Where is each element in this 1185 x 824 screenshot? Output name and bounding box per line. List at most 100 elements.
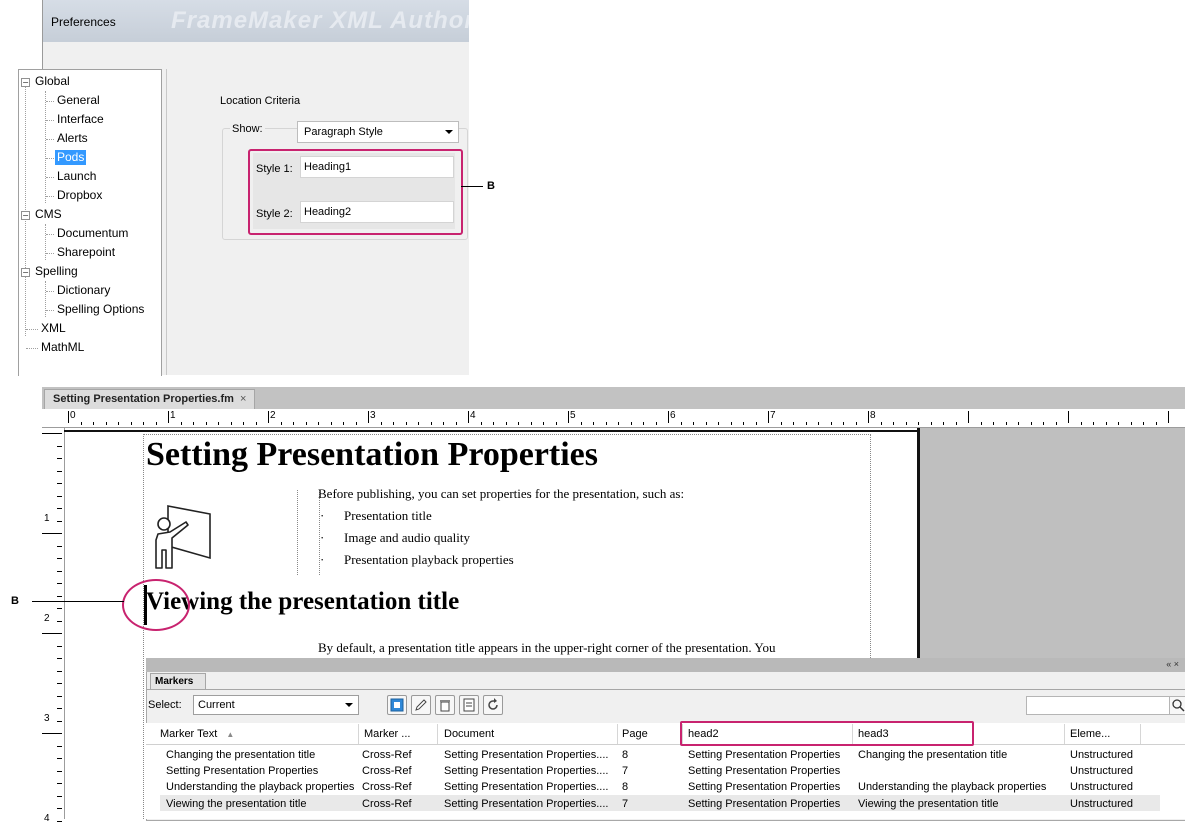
column-divider[interactable] [358,724,359,744]
cell-marker-type: Cross-Ref [362,765,412,777]
tree-item-dropbox[interactable]: Dropbox [55,188,104,203]
ruler-tick [42,633,62,634]
edit-marker-button[interactable] [411,695,431,715]
bullet-item[interactable]: · Presentation title [320,508,432,524]
tree-item-xml[interactable]: XML [39,321,68,336]
column-divider[interactable] [1064,724,1065,744]
collapse-spelling-icon[interactable]: − [21,268,30,277]
ruler-tick [205,422,207,425]
tree-item-cms[interactable]: CMS [33,207,64,222]
ruler-tick [1130,422,1132,425]
document-tab[interactable]: Setting Presentation Properties.fm × [44,389,256,410]
bullet-item[interactable]: · Image and audio quality [320,530,470,546]
cell-page: 8 [622,781,629,793]
delete-marker-button[interactable] [435,695,455,715]
tree-item-interface[interactable]: Interface [55,112,106,127]
markers-pod-header[interactable]: « × [146,658,1185,672]
ruler-tick [57,783,62,784]
close-tab-icon[interactable]: × [240,393,246,405]
document-paragraph[interactable]: By default, a presentation title appears… [318,640,776,656]
tree-item-launch[interactable]: Launch [55,169,98,184]
table-row-selected[interactable] [160,795,1160,811]
tree-item-dictionary[interactable]: Dictionary [55,283,112,298]
ruler-tick [568,411,569,423]
tree-line [26,329,38,330]
pod-window-controls[interactable]: « × [1166,659,1179,669]
tree-item-general[interactable]: General [55,93,102,108]
ruler-number: 3 [44,713,50,724]
tree-item-global[interactable]: Global [33,74,72,89]
bullet-item[interactable]: · Presentation playback properties [320,552,514,568]
collapse-cms-icon[interactable]: − [21,211,30,220]
ruler-number: 3 [370,410,376,421]
column-header-document[interactable]: Document [444,728,494,740]
markers-tab[interactable]: Markers [150,673,206,690]
ruler-tick [393,422,394,425]
ruler-tick [1093,422,1094,425]
column-divider[interactable] [1140,724,1141,744]
column-header-page[interactable]: Page [622,728,648,740]
select-dropdown-value: Current [198,699,235,711]
search-icon [1172,699,1185,712]
select-dropdown[interactable]: Current [193,695,359,715]
ruler-tick [430,422,432,425]
ruler-tick [605,422,607,425]
cell-element: Unstructured [1070,781,1133,793]
preferences-title-bar[interactable]: Preferences FrameMaker XML Author [43,0,469,42]
document-heading1[interactable]: Setting Presentation Properties [146,436,598,474]
ruler-tick [905,422,907,425]
cell-head2: Setting Presentation Properties [688,749,841,761]
bullet-glyph: · [320,530,325,545]
ruler-number: 2 [44,613,50,624]
ruler-tick [943,422,944,425]
ruler-tick [730,422,732,425]
tree-item-mathml[interactable]: MathML [39,340,86,355]
ruler-tick [1155,422,1157,425]
horizontal-ruler[interactable]: 0 1 2 3 4 5 6 7 8 [42,409,1185,428]
ruler-tick [530,422,532,425]
tree-item-spelling[interactable]: Spelling [33,264,80,279]
document-intro[interactable]: Before publishing, you can set propertie… [318,486,684,502]
search-button[interactable] [1169,696,1185,715]
collapse-global-icon[interactable]: − [21,78,30,87]
document-heading2[interactable]: Viewing the presentation title [146,588,459,616]
vertical-ruler[interactable]: 1234 [42,428,65,824]
column-header-marker-type[interactable]: Marker ... [364,728,410,740]
column-header-element[interactable]: Eleme... [1070,728,1110,740]
tree-line [46,139,54,140]
ruler-tick [105,422,107,425]
ruler-tick [57,808,62,809]
ruler-tick [843,422,844,425]
ruler-number: 1 [44,513,50,524]
ruler-tick [230,422,232,425]
tree-line [45,281,46,317]
column-divider[interactable] [617,724,618,744]
tree-line [45,91,46,203]
ruler-tick [505,422,507,425]
ruler-tick [655,422,657,425]
ruler-tick [930,422,932,425]
new-marker-button[interactable] [387,695,407,715]
tree-line [46,120,54,121]
cell-document: Setting Presentation Properties.... [444,765,609,777]
show-select[interactable]: Paragraph Style [297,121,459,143]
bullet-text: Presentation playback properties [344,552,514,567]
refresh-button[interactable] [483,695,503,715]
callout-leader-line [461,186,483,187]
ruler-tick [468,411,469,423]
tree-item-documentum[interactable]: Documentum [55,226,130,241]
export-button[interactable] [459,695,479,715]
tree-splitter[interactable] [162,69,167,375]
column-divider[interactable] [437,724,438,744]
tree-item-alerts[interactable]: Alerts [55,131,90,146]
cell-document: Setting Presentation Properties.... [444,781,609,793]
column-header-marker-text[interactable]: Marker Text ▲ [160,728,234,740]
tree-item-spelling-options[interactable]: Spelling Options [55,302,146,317]
markers-table-header [146,723,1185,745]
ruler-tick [57,470,62,472]
tree-item-sharepoint[interactable]: Sharepoint [55,245,117,260]
tree-item-pods[interactable]: Pods [55,150,87,165]
cell-marker-type: Cross-Ref [362,749,412,761]
document-tab-title: Setting Presentation Properties.fm [53,393,234,405]
marker-search-input[interactable] [1026,696,1170,715]
